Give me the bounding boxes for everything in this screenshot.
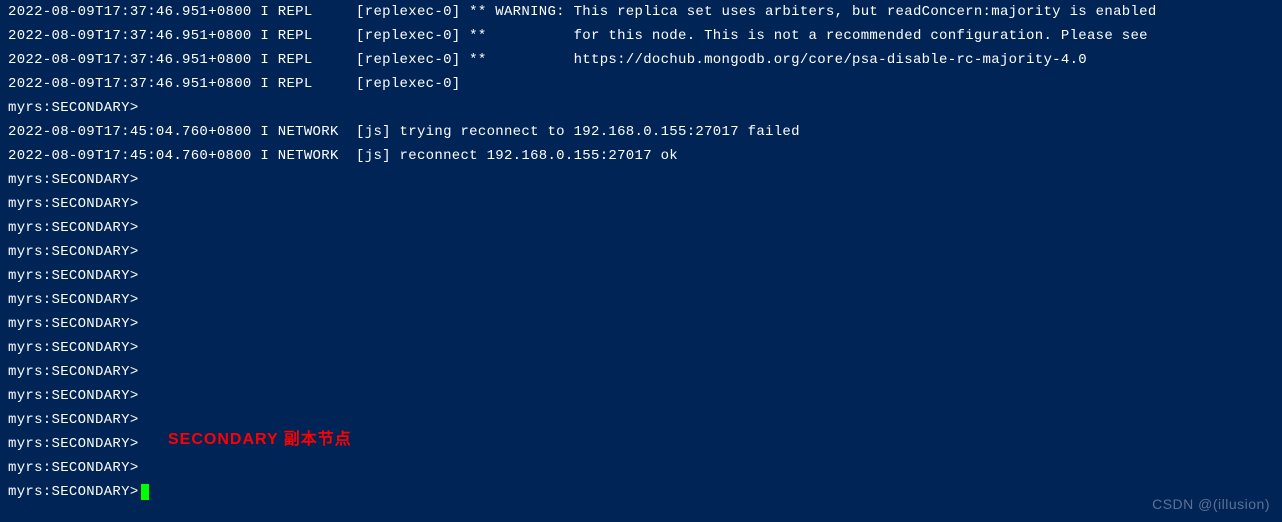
shell-prompt: myrs:SECONDARY> (8, 312, 1274, 336)
watermark-label: CSDN @(illusion) (1152, 492, 1270, 516)
log-line: 2022-08-09T17:45:04.760+0800 I NETWORK [… (8, 144, 1274, 168)
shell-prompt: myrs:SECONDARY> (8, 192, 1274, 216)
shell-prompt: myrs:SECONDARY> (8, 168, 1274, 192)
active-prompt-row: myrs:SECONDARY> (8, 480, 1274, 504)
annotation-label: SECONDARY 副本节点 (168, 428, 352, 452)
shell-prompt: myrs:SECONDARY> (8, 336, 1274, 360)
shell-prompt: myrs:SECONDARY> (8, 264, 1274, 288)
shell-prompt: myrs:SECONDARY> (8, 288, 1274, 312)
cursor-icon (141, 484, 149, 500)
shell-prompt: myrs:SECONDARY> (8, 240, 1274, 264)
shell-prompt: myrs:SECONDARY> (8, 216, 1274, 240)
shell-prompt: myrs:SECONDARY> (8, 384, 1274, 408)
log-line: 2022-08-09T17:37:46.951+0800 I REPL [rep… (8, 24, 1274, 48)
log-line: 2022-08-09T17:37:46.951+0800 I REPL [rep… (8, 72, 1274, 96)
log-line: 2022-08-09T17:37:46.951+0800 I REPL [rep… (8, 48, 1274, 72)
shell-prompt: myrs:SECONDARY> (8, 96, 1274, 120)
log-line: 2022-08-09T17:37:46.951+0800 I REPL [rep… (8, 0, 1274, 24)
shell-prompt-active[interactable]: myrs:SECONDARY> (8, 480, 139, 504)
shell-prompt: myrs:SECONDARY> (8, 360, 1274, 384)
log-line: 2022-08-09T17:45:04.760+0800 I NETWORK [… (8, 120, 1274, 144)
shell-prompt: myrs:SECONDARY> (8, 456, 1274, 480)
